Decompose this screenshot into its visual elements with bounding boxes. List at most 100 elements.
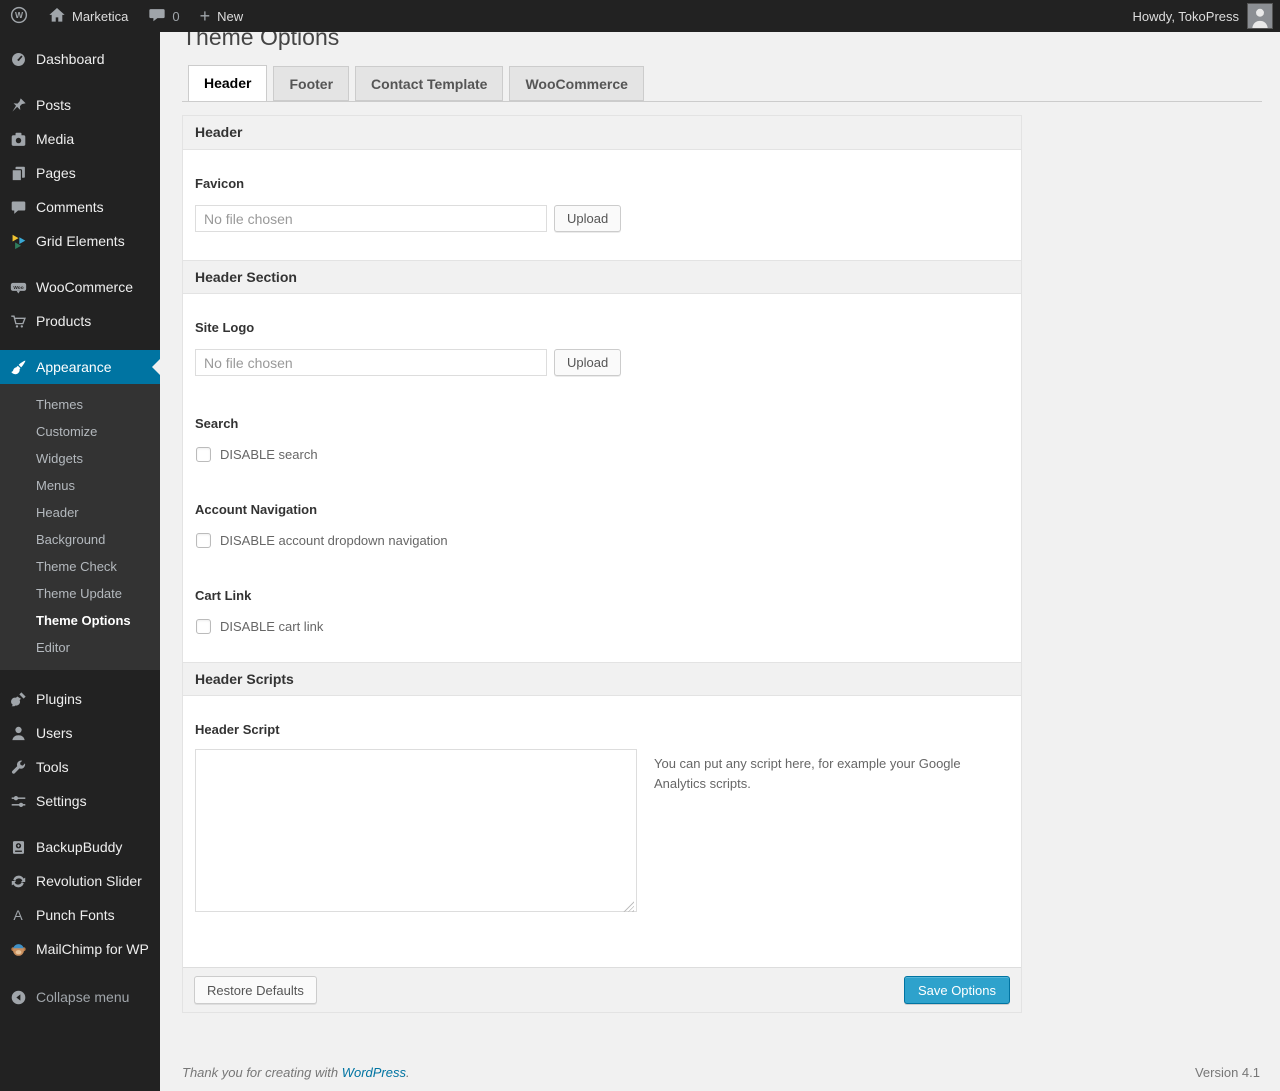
save-options-button[interactable]: Save Options — [903, 976, 1010, 1004]
tab-woocommerce[interactable]: WooCommerce — [509, 66, 644, 101]
collapse-menu-button[interactable]: Collapse menu — [0, 980, 160, 1014]
disable-cart-link-checkbox-row[interactable]: DISABLE cart link — [195, 619, 1009, 634]
sidebar-item-label: Products — [36, 313, 92, 329]
sidebar-item-grid-elements[interactable]: Grid Elements — [0, 224, 160, 258]
disable-account-nav-checkbox[interactable] — [196, 533, 211, 548]
section-header-section: Header Section — [183, 260, 1021, 294]
page-footer: Thank you for creating with WordPress. V… — [182, 1065, 1262, 1080]
new-content-menu[interactable]: + New — [190, 0, 254, 32]
theme-options-panel: Header Favicon Upload Header Section Sit… — [182, 115, 1022, 1013]
disable-search-checkbox-row[interactable]: DISABLE search — [195, 447, 1009, 462]
backup-drive-icon — [8, 837, 28, 857]
favicon-file-input[interactable] — [195, 205, 547, 232]
tab-header[interactable]: Header — [188, 65, 268, 102]
sidebar-item-woocommerce[interactable]: Woo WooCommerce — [0, 270, 160, 304]
comments-shortcut[interactable]: 0 — [138, 0, 189, 32]
section-header-scripts-body: Header Script You can put any script her… — [183, 696, 1021, 967]
sidebar-item-tools[interactable]: Tools — [0, 750, 160, 784]
submenu-item-widgets[interactable]: Widgets — [0, 445, 160, 472]
disable-search-label: DISABLE search — [220, 447, 318, 462]
sidebar-item-revolution-slider[interactable]: Revolution Slider — [0, 864, 160, 898]
site-logo-upload-button[interactable]: Upload — [554, 349, 622, 376]
submenu-item-background[interactable]: Background — [0, 526, 160, 553]
tab-footer[interactable]: Footer — [273, 66, 350, 101]
cart-link-label: Cart Link — [195, 588, 252, 603]
favicon-upload-button[interactable]: Upload — [554, 205, 622, 232]
site-name: Marketica — [72, 8, 129, 24]
disable-account-nav-label: DISABLE account dropdown navigation — [220, 533, 448, 548]
sidebar-item-label: Collapse menu — [36, 989, 130, 1005]
sidebar-item-label: Comments — [36, 199, 104, 215]
sidebar-item-punch-fonts[interactable]: A Punch Fonts — [0, 898, 160, 932]
account-menu[interactable]: Howdy, TokoPress — [1133, 0, 1280, 32]
avatar — [1247, 3, 1273, 29]
sidebar-item-comments[interactable]: Comments — [0, 190, 160, 224]
plugin-icon — [8, 689, 28, 709]
section-header-body: Favicon Upload — [183, 150, 1021, 260]
panel-footer: Restore Defaults Save Options — [183, 967, 1021, 1012]
sidebar-item-dashboard[interactable]: Dashboard — [0, 42, 160, 76]
header-script-note: You can put any script here, for example… — [654, 756, 961, 792]
comments-icon — [8, 197, 28, 217]
dashboard-icon — [8, 49, 28, 69]
sidebar-item-posts[interactable]: Posts — [0, 88, 160, 122]
disable-search-checkbox[interactable] — [196, 447, 211, 462]
submenu-item-editor[interactable]: Editor — [0, 634, 160, 661]
sidebar-item-users[interactable]: Users — [0, 716, 160, 750]
disable-cart-link-checkbox[interactable] — [196, 619, 211, 634]
search-label: Search — [195, 416, 239, 431]
sidebar-item-settings[interactable]: Settings — [0, 784, 160, 818]
restore-defaults-button[interactable]: Restore Defaults — [194, 976, 317, 1004]
mailchimp-monkey-icon — [8, 939, 28, 959]
thanks-text: Thank you for creating with WordPress. — [182, 1065, 410, 1080]
user-icon — [8, 723, 28, 743]
sidebar-item-mailchimp[interactable]: MailChimp for WP — [0, 932, 160, 966]
cart-icon — [8, 311, 28, 331]
wordpress-logo-icon: W — [10, 6, 28, 27]
sidebar-item-products[interactable]: Products — [0, 304, 160, 338]
section-header-section-body: Site Logo Upload Search DISABLE search A… — [183, 294, 1021, 662]
submenu-item-menus[interactable]: Menus — [0, 472, 160, 499]
home-icon — [48, 6, 66, 27]
submenu-item-customize[interactable]: Customize — [0, 418, 160, 445]
sidebar-item-label: MailChimp for WP — [36, 941, 149, 957]
disable-cart-link-label: DISABLE cart link — [220, 619, 324, 634]
new-label: New — [217, 8, 244, 24]
sidebar-item-pages[interactable]: Pages — [0, 156, 160, 190]
comment-count: 0 — [172, 8, 180, 24]
letter-a-icon: A — [13, 907, 23, 923]
admin-sidebar: Dashboard Posts Media Pages Comments Gri… — [0, 32, 160, 1091]
svg-text:W: W — [15, 10, 24, 20]
submenu-item-themes[interactable]: Themes — [0, 391, 160, 418]
section-header-scripts: Header Scripts — [183, 662, 1021, 696]
sliders-icon — [8, 791, 28, 811]
sidebar-item-media[interactable]: Media — [0, 122, 160, 156]
site-menu[interactable]: Marketica — [38, 0, 138, 32]
collapse-arrow-icon — [8, 987, 28, 1007]
header-script-textarea[interactable] — [195, 749, 637, 912]
submenu-item-theme-check[interactable]: Theme Check — [0, 553, 160, 580]
svg-text:Woo: Woo — [13, 284, 23, 290]
site-logo-file-input[interactable] — [195, 349, 547, 376]
sidebar-item-backupbuddy[interactable]: BackupBuddy — [0, 830, 160, 864]
thanks-prefix: Thank you for creating with — [182, 1065, 342, 1080]
pages-icon — [8, 163, 28, 183]
submenu-item-theme-options[interactable]: Theme Options — [0, 607, 160, 634]
media-icon — [8, 129, 28, 149]
section-header: Header — [183, 116, 1021, 150]
tab-contact-template[interactable]: Contact Template — [355, 66, 504, 101]
admin-bar: W Marketica 0 + New Howdy, TokoPress — [0, 0, 1280, 32]
sidebar-item-label: Tools — [36, 759, 69, 775]
admin-bar-left: W Marketica 0 + New — [0, 0, 253, 32]
appearance-submenu: Themes Customize Widgets Menus Header Ba… — [0, 384, 160, 670]
submenu-item-header[interactable]: Header — [0, 499, 160, 526]
sidebar-item-label: Media — [36, 131, 75, 147]
disable-account-nav-checkbox-row[interactable]: DISABLE account dropdown navigation — [195, 533, 1009, 548]
sidebar-item-label: Dashboard — [36, 51, 105, 67]
submenu-item-theme-update[interactable]: Theme Update — [0, 580, 160, 607]
sidebar-item-plugins[interactable]: Plugins — [0, 682, 160, 716]
wordpress-link[interactable]: WordPress — [342, 1065, 406, 1080]
wordpress-logo-menu[interactable]: W — [0, 0, 38, 32]
sidebar-item-appearance[interactable]: Appearance — [0, 350, 160, 384]
sidebar-item-label: BackupBuddy — [36, 839, 123, 855]
